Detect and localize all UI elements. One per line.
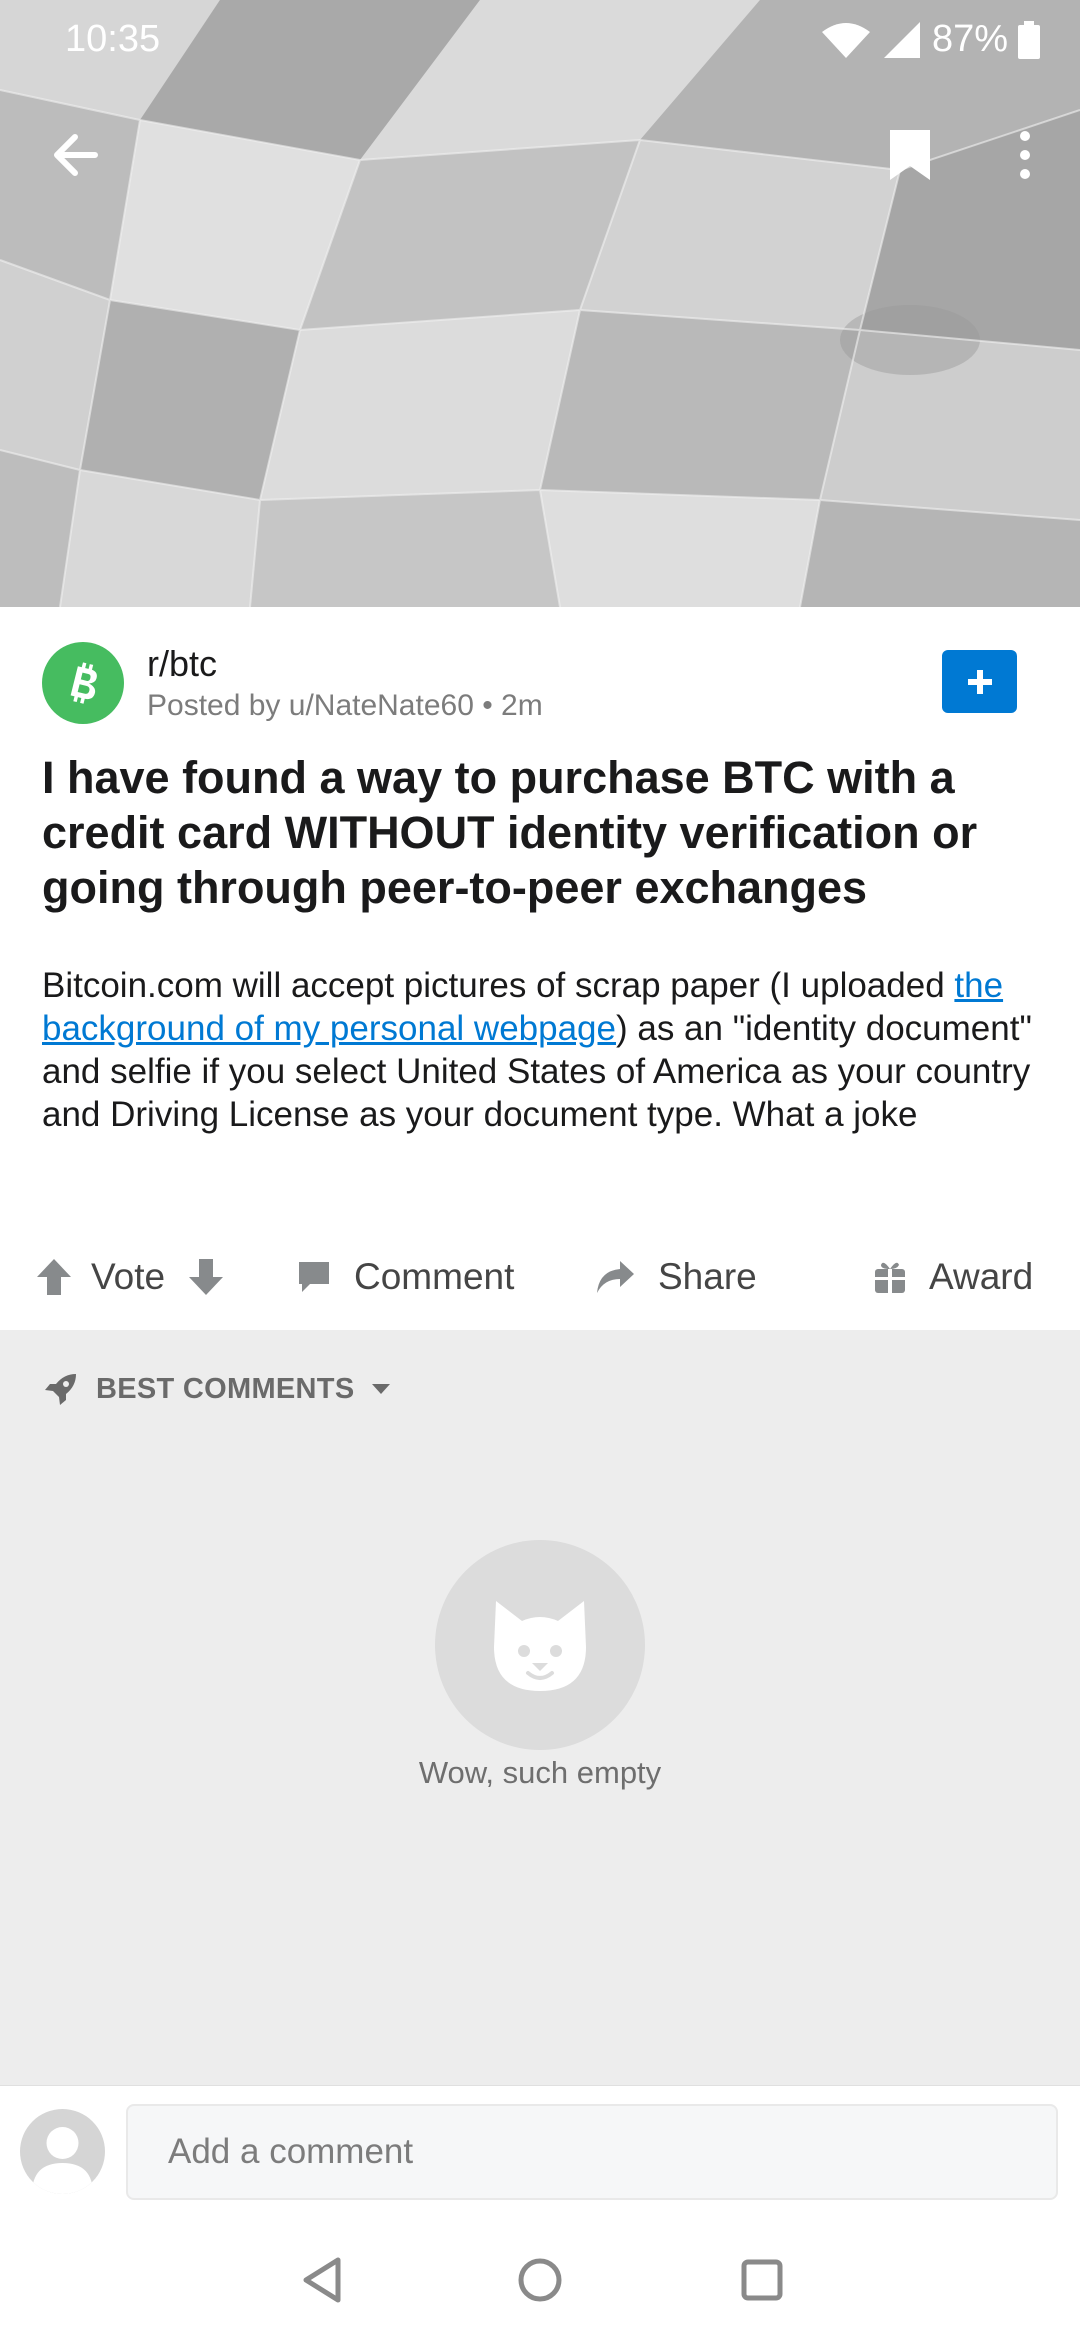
user-icon [32,2127,93,2194]
comment-icon [299,1262,329,1292]
nav-recents-button[interactable] [732,2250,792,2310]
more-options-button[interactable] [985,115,1065,195]
nav-back-button[interactable] [292,2250,352,2310]
status-bar: 10:35 87% [0,0,1080,80]
rocket-icon [45,1374,76,1405]
back-button[interactable] [35,115,115,195]
subreddit-avatar[interactable] [42,642,124,724]
vote-label: Vote [91,1256,166,1297]
upvote-icon[interactable] [35,1257,73,1297]
square-recents-icon [741,2259,783,2301]
plus-icon [967,669,992,694]
battery-icon [1018,20,1040,59]
crumpled-paper-image [0,0,1080,607]
award-label: Award [929,1256,1034,1297]
save-post-button[interactable] [870,115,950,195]
header-banner: 10:35 87% [0,0,1080,607]
share-button[interactable]: Share [594,1237,757,1317]
post-meta[interactable]: Posted by u/NateNate60 • 2m [147,689,543,723]
downvote-icon[interactable] [187,1257,225,1297]
comment-label: Comment [354,1256,515,1297]
award-button[interactable]: Award [873,1237,1033,1317]
cell-signal-icon [883,21,920,58]
post-card: r/btc Posted by u/NateNate60 • 2m I have… [0,607,1080,1330]
post-title: I have found a way to purchase BTC with … [42,752,978,913]
nav-home-button[interactable] [510,2250,570,2310]
circle-home-icon [518,2258,562,2302]
triangle-back-icon [303,2257,341,2303]
comment-sort-dropdown[interactable]: BEST COMMENTS [42,1370,392,1408]
post-body: Bitcoin.com will accept pictures of scra… [42,964,1052,1136]
bookmark-icon [890,130,930,180]
empty-state-text: Wow, such empty [418,1755,662,1790]
wifi-icon [821,22,870,58]
add-comment-input[interactable] [126,2104,1058,2200]
battery-percent: 87% [931,18,1008,60]
caret-down-icon [372,1384,391,1394]
comments-section: BEST COMMENTS Wow, such empty [0,1330,1080,2085]
comment-sort-label: BEST COMMENTS [96,1372,355,1405]
status-time: 10:35 [65,18,161,60]
cat-face-icon [494,1601,586,1691]
post-body-text-start: Bitcoin.com will accept pictures of scra… [42,966,955,1005]
system-navigation-bar [0,2220,1080,2340]
empty-state-illustration [435,1540,645,1750]
comment-button[interactable]: Comment [296,1237,514,1317]
join-button[interactable] [942,650,1017,713]
gift-icon [875,1262,905,1293]
share-label: Share [658,1256,757,1297]
subreddit-name[interactable]: r/btc [147,643,217,685]
post-action-bar: Vote Comment Share Award [0,1237,1080,1317]
comment-composer [0,2085,1080,2220]
status-icons: 87% [820,18,1040,61]
bitcoin-icon [70,662,97,704]
vote-group: Vote [35,1237,225,1317]
arrow-left-icon [54,134,98,176]
more-vertical-icon [1020,131,1030,179]
share-icon [597,1261,634,1293]
user-avatar[interactable] [20,2109,105,2194]
